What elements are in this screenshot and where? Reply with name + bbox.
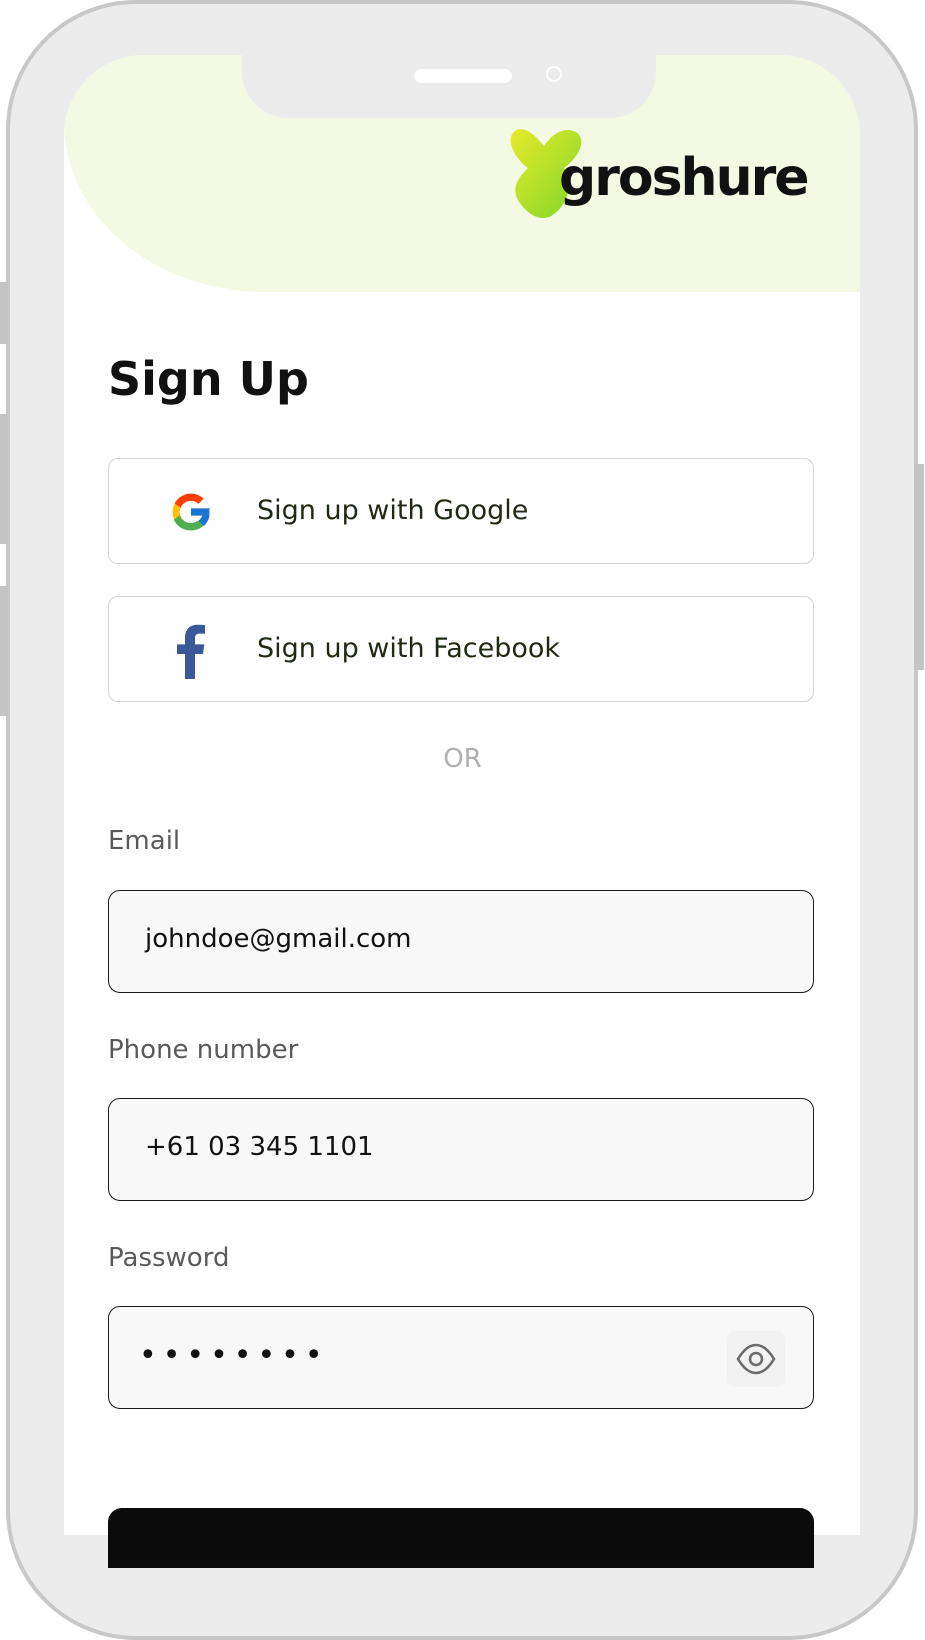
eye-icon	[736, 1343, 776, 1375]
phone-side-button	[914, 464, 924, 670]
phone-side-button	[0, 586, 8, 716]
facebook-signup-label: Sign up with Facebook	[257, 633, 561, 664]
password-value: ••••••••	[139, 1338, 329, 1373]
google-icon	[172, 493, 211, 531]
facebook-icon	[177, 624, 205, 679]
brand-name: groshure	[559, 148, 809, 208]
phone-label: Phone number	[108, 1035, 299, 1065]
or-divider: OR	[443, 744, 482, 774]
show-password-button[interactable]	[727, 1331, 785, 1387]
password-label: Password	[108, 1243, 230, 1273]
phone-notch	[242, 55, 656, 118]
phone-side-button	[0, 414, 8, 544]
camera-icon	[546, 66, 562, 82]
facebook-signup-button[interactable]: Sign up with Facebook	[108, 596, 814, 702]
phone-value: +61 03 345 1101	[145, 1132, 374, 1162]
password-field[interactable]: ••••••••	[108, 1306, 814, 1409]
page-title: Sign Up	[108, 352, 309, 406]
brand-logo: groshure	[508, 128, 809, 228]
google-signup-label: Sign up with Google	[257, 495, 529, 526]
email-value: johndoe@gmail.com	[145, 924, 412, 954]
phone-side-button	[0, 282, 8, 344]
phone-field[interactable]: +61 03 345 1101	[108, 1098, 814, 1201]
submit-button[interactable]	[108, 1508, 814, 1568]
speaker-icon	[414, 69, 512, 83]
google-signup-button[interactable]: Sign up with Google	[108, 458, 814, 564]
email-field[interactable]: johndoe@gmail.com	[108, 890, 814, 993]
email-label: Email	[108, 826, 181, 856]
